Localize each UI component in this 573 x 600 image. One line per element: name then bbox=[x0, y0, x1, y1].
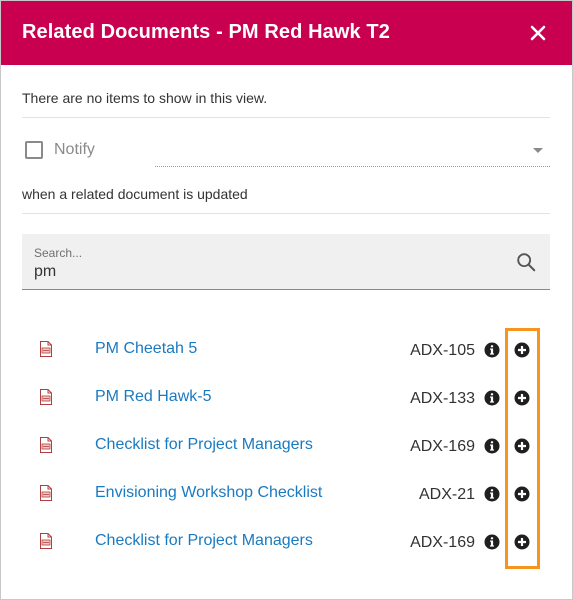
related-documents-dialog: Related Documents - PM Red Hawk T2 There… bbox=[0, 0, 573, 600]
document-id: ADX-105 bbox=[410, 342, 475, 359]
info-icon[interactable] bbox=[484, 486, 500, 502]
search-icon[interactable] bbox=[515, 251, 537, 273]
info-icon[interactable] bbox=[484, 390, 500, 406]
empty-view-message: There are no items to show in this view. bbox=[22, 90, 268, 106]
search-label: Search... bbox=[34, 246, 83, 260]
notify-checkbox[interactable] bbox=[25, 141, 43, 159]
document-row: Checklist for Project Managers ADX-169 bbox=[22, 421, 550, 469]
document-icon bbox=[40, 437, 52, 453]
document-icon bbox=[40, 533, 52, 549]
document-icon bbox=[40, 485, 52, 501]
add-circle-icon[interactable] bbox=[514, 390, 530, 406]
info-icon[interactable] bbox=[484, 438, 500, 454]
add-circle-icon[interactable] bbox=[514, 342, 530, 358]
document-link[interactable]: Checklist for Project Managers bbox=[95, 532, 313, 550]
document-row: PM Cheetah 5 ADX-105 bbox=[22, 325, 550, 373]
document-id: ADX-21 bbox=[418, 486, 475, 503]
search-input[interactable] bbox=[34, 261, 494, 283]
dialog-header: Related Documents - PM Red Hawk T2 bbox=[1, 1, 572, 65]
document-link[interactable]: Checklist for Project Managers bbox=[95, 436, 313, 454]
chevron-down-icon bbox=[533, 148, 543, 153]
info-icon[interactable] bbox=[484, 342, 500, 358]
divider bbox=[22, 213, 550, 214]
search-field[interactable]: Search... bbox=[22, 234, 550, 290]
divider bbox=[22, 117, 550, 118]
document-row: Envisioning Workshop Checklist ADX-21 bbox=[22, 469, 550, 517]
add-circle-icon[interactable] bbox=[514, 486, 530, 502]
close-icon[interactable] bbox=[526, 21, 550, 45]
document-row: Checklist for Project Managers ADX-169 bbox=[22, 517, 550, 565]
notify-dropdown[interactable] bbox=[155, 135, 550, 167]
document-list: PM Cheetah 5 ADX-105 PM Red Hawk-5 ADX-1… bbox=[22, 325, 550, 565]
notify-row: Notify bbox=[22, 135, 550, 167]
document-link[interactable]: PM Red Hawk-5 bbox=[95, 388, 211, 406]
dialog-title: Related Documents - PM Red Hawk T2 bbox=[22, 21, 390, 43]
document-row: PM Red Hawk-5 ADX-133 bbox=[22, 373, 550, 421]
document-link[interactable]: PM Cheetah 5 bbox=[95, 340, 197, 358]
document-icon bbox=[40, 341, 52, 357]
notify-description: when a related document is updated bbox=[22, 186, 248, 202]
document-id: ADX-169 bbox=[410, 534, 475, 551]
document-id: ADX-133 bbox=[410, 390, 475, 407]
add-circle-icon[interactable] bbox=[514, 438, 530, 454]
document-icon bbox=[40, 389, 52, 405]
add-circle-icon[interactable] bbox=[514, 534, 530, 550]
notify-label: Notify bbox=[54, 141, 95, 158]
document-id: ADX-169 bbox=[410, 438, 475, 455]
info-icon[interactable] bbox=[484, 534, 500, 550]
document-link[interactable]: Envisioning Workshop Checklist bbox=[95, 484, 322, 502]
